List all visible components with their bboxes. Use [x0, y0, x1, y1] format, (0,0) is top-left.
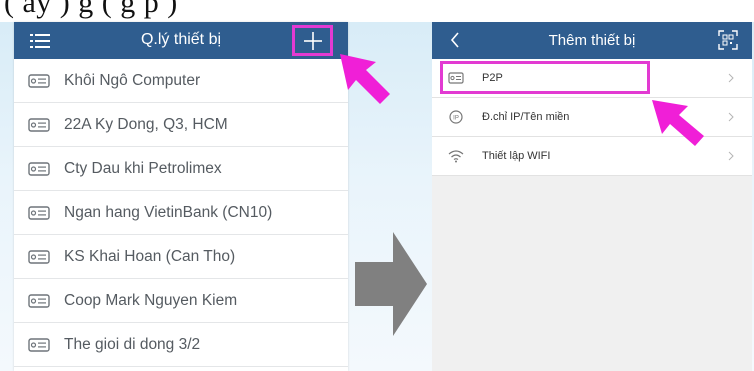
dvr-device-icon	[28, 73, 50, 88]
add-device-screen: Thêm thiết bị P2P IP Đ.chỉ IP/Tên miền T…	[432, 22, 752, 371]
dvr-device-icon	[28, 337, 50, 352]
caption-strip: ( ấy ) g ( g p )	[0, 0, 754, 22]
option-label: Đ.chỉ IP/Tên miền	[482, 111, 570, 123]
device-name: KS Khai Hoan (Can Tho)	[64, 247, 236, 265]
pointer-arrow-icon	[340, 54, 390, 104]
device-item[interactable]: The gioi di dong 3/2	[14, 323, 348, 367]
wifi-icon	[448, 150, 464, 163]
dvr-device-icon	[28, 293, 50, 308]
chevron-right-icon	[728, 151, 734, 161]
app-bar: Q.lý thiết bị	[14, 22, 348, 59]
device-name: The gioi di dong 3/2	[64, 335, 201, 353]
device-name: Khôi Ngô Computer	[64, 71, 201, 89]
dvr-device-icon	[28, 161, 50, 176]
device-name: Cty Dau khi Petrolimex	[64, 159, 222, 177]
option-p2p[interactable]: P2P	[432, 59, 752, 98]
plus-icon	[303, 31, 322, 50]
next-step-arrow-icon	[355, 232, 427, 336]
svg-text:IP: IP	[453, 116, 459, 122]
device-item[interactable]: Coop Mark Nguyen Kiem	[14, 279, 348, 323]
chevron-right-icon	[728, 73, 734, 83]
page-title: Thêm thiết bị	[548, 32, 636, 49]
device-name: Ngan hang VietinBank (CN10)	[64, 203, 273, 221]
device-item[interactable]: 22A Ky Dong, Q3, HCM	[14, 103, 348, 147]
app-bar: Thêm thiết bị	[432, 22, 752, 59]
device-item[interactable]: Khôi Ngô Computer	[14, 59, 348, 103]
device-item[interactable]: KS Khai Hoan (Can Tho)	[14, 235, 348, 279]
dvr-device-icon	[28, 205, 50, 220]
device-list: Khôi Ngô Computer 22A Ky Dong, Q3, HCM C…	[14, 59, 348, 367]
highlight-box	[440, 61, 650, 94]
ip-address-icon: IP	[449, 110, 463, 124]
add-device-button[interactable]	[292, 25, 333, 56]
pointer-arrow-icon	[652, 100, 704, 146]
device-name: 22A Ky Dong, Q3, HCM	[64, 115, 228, 133]
device-manager-screen: Q.lý thiết bị Khôi Ngô Computer 22A Ky D…	[14, 22, 348, 371]
device-name: Coop Mark Nguyen Kiem	[64, 291, 238, 309]
device-item[interactable]: Ngan hang VietinBank (CN10)	[14, 191, 348, 235]
chevron-right-icon	[728, 112, 734, 122]
caption-text: ( ấy ) g ( g p )	[4, 0, 178, 19]
dvr-device-icon	[28, 249, 50, 264]
qr-scan-icon[interactable]	[718, 30, 738, 50]
device-item[interactable]: Cty Dau khi Petrolimex	[14, 147, 348, 191]
option-label: Thiết lập WIFI	[482, 150, 551, 162]
dvr-device-icon	[28, 117, 50, 132]
